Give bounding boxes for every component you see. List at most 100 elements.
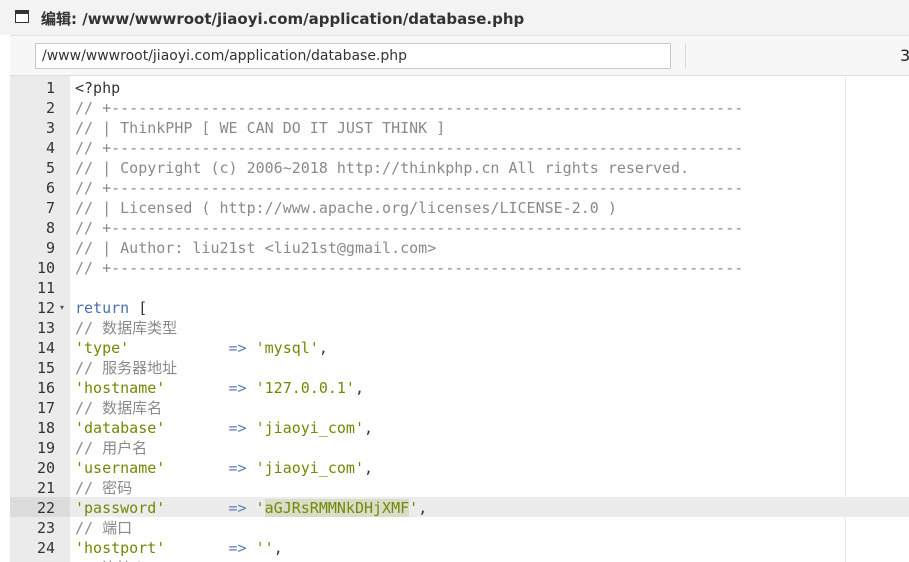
code-content-cell[interactable]: // | ThinkPHP [ WE CAN DO IT JUST THINK …	[70, 117, 909, 137]
code-line[interactable]: 24 'hostport' => '',	[10, 537, 909, 557]
code-line[interactable]: 19 // 用户名	[10, 437, 909, 457]
toolbar-overflow-item[interactable]: 3	[900, 46, 909, 65]
code-token: // 数据库名	[75, 399, 163, 417]
code-content-cell[interactable]: // +------------------------------------…	[70, 257, 909, 277]
file-path-input[interactable]: /www/wwwroot/jiaoyi.com/application/data…	[35, 43, 671, 69]
line-number: 21	[36, 479, 55, 497]
code-token: 'database'	[75, 419, 166, 437]
code-text: // +------------------------------------…	[75, 98, 743, 118]
code-token: 'hostport'	[75, 539, 166, 557]
line-number: 20	[36, 459, 55, 477]
code-line[interactable]: 25 // 连接dsn	[10, 557, 909, 562]
fold-toggle-icon[interactable]: ▾	[60, 298, 64, 318]
line-number-cell: 17	[10, 397, 70, 417]
code-content-cell[interactable]: 'type' => 'mysql',	[70, 337, 909, 357]
code-content-cell[interactable]: // 端口	[70, 517, 909, 537]
line-number: 13	[36, 319, 55, 337]
code-line[interactable]: 13 // 数据库类型	[10, 317, 909, 337]
code-line[interactable]: 20 'username' => 'jiaoyi_com',	[10, 457, 909, 477]
code-line[interactable]: 10 // +----------------------------------…	[10, 257, 909, 277]
code-content-cell[interactable]: 'hostport' => '',	[70, 537, 909, 557]
code-line[interactable]: 16 'hostname' => '127.0.0.1',	[10, 377, 909, 397]
code-content-cell[interactable]: // | Copyright (c) 2006~2018 http://thin…	[70, 157, 909, 177]
line-number: 24	[36, 539, 55, 557]
code-line[interactable]: 5 // | Copyright (c) 2006~2018 http://thi…	[10, 157, 909, 177]
line-number-cell: 2	[10, 97, 70, 117]
code-content-cell[interactable]: 'hostname' => '127.0.0.1',	[70, 377, 909, 397]
code-line[interactable]: 14 'type' => 'mysql',	[10, 337, 909, 357]
code-content-cell[interactable]: // +------------------------------------…	[70, 177, 909, 197]
code-line[interactable]: 12 ▾ return [	[10, 297, 909, 317]
code-line[interactable]: 3 // | ThinkPHP [ WE CAN DO IT JUST THINK…	[10, 117, 909, 137]
line-number-cell: 11	[10, 277, 70, 297]
code-token: 'jiaoyi_com'	[255, 419, 364, 437]
code-line[interactable]: 22 'password' => 'aGJRsRMMNkDHjXMF',	[10, 497, 909, 517]
code-line[interactable]: 17 // 数据库名	[10, 397, 909, 417]
code-content-cell[interactable]: 'password' => 'aGJRsRMMNkDHjXMF',	[70, 497, 909, 517]
code-line[interactable]: 8 // +-----------------------------------…	[10, 217, 909, 237]
code-text: 'hostname' => '127.0.0.1',	[75, 378, 364, 398]
code-line[interactable]: 7 // | Licensed ( http://www.apache.org/l…	[10, 197, 909, 217]
code-text: // 服务器地址	[75, 358, 177, 378]
code-text: 'username' => 'jiaoyi_com',	[75, 458, 373, 478]
code-token: // | Author: liu21st <liu21st@gmail.com>	[75, 239, 437, 257]
code-line[interactable]: 15 // 服务器地址	[10, 357, 909, 377]
line-number: 22	[36, 499, 55, 517]
code-token: // 数据库类型	[75, 319, 178, 337]
toolbar-separator	[685, 43, 686, 69]
code-text: 'hostport' => '',	[75, 538, 283, 558]
code-line[interactable]: 1 <?php	[10, 77, 909, 97]
code-content-cell[interactable]: // +------------------------------------…	[70, 137, 909, 157]
code-line[interactable]: 6 // +-----------------------------------…	[10, 177, 909, 197]
code-line[interactable]: 23 // 端口	[10, 517, 909, 537]
code-editor[interactable]: 1 <?php 2 // +-----------------------------…	[10, 76, 909, 562]
line-number: 16	[36, 379, 55, 397]
title-bar: 编辑: /www/wwwroot/jiaoyi.com/application/…	[0, 0, 909, 35]
code-token: '127.0.0.1'	[255, 379, 355, 397]
code-line[interactable]: 2 // +-----------------------------------…	[10, 97, 909, 117]
line-number: 10	[36, 259, 55, 277]
code-content-cell[interactable]: 'database' => 'jiaoyi_com',	[70, 417, 909, 437]
code-text: // +------------------------------------…	[75, 218, 743, 238]
line-number-cell: 22	[10, 497, 70, 517]
code-content-cell[interactable]: // 数据库类型	[70, 317, 909, 337]
code-line[interactable]: 21 // 密码	[10, 477, 909, 497]
code-content-cell[interactable]: // 密码	[70, 477, 909, 497]
code-content-cell[interactable]: // | Licensed ( http://www.apache.org/li…	[70, 197, 909, 217]
code-token: aGJRsRMMNkDHjXMF	[264, 499, 410, 517]
code-token: // +------------------------------------…	[75, 219, 744, 237]
code-line[interactable]: 11	[10, 277, 909, 297]
line-number-cell: 9	[10, 237, 70, 257]
code-token: ,	[418, 499, 428, 517]
code-line[interactable]: 9 // | Author: liu21st <liu21st@gmail.com…	[10, 237, 909, 257]
code-content-cell[interactable]: // +------------------------------------…	[70, 217, 909, 237]
code-text: // 连接dsn	[75, 558, 159, 562]
code-content-cell[interactable]: // 用户名	[70, 437, 909, 457]
code-content-cell[interactable]	[70, 277, 909, 297]
code-text: // | Licensed ( http://www.apache.org/li…	[75, 198, 617, 218]
code-token: ,	[364, 419, 374, 437]
code-content-cell[interactable]: <?php	[70, 77, 909, 97]
code-content-cell[interactable]: // +------------------------------------…	[70, 97, 909, 117]
code-content-cell[interactable]: return [	[70, 297, 909, 317]
code-line[interactable]: 4 // +-----------------------------------…	[10, 137, 909, 157]
code-text: 'password' => 'aGJRsRMMNkDHjXMF',	[75, 498, 427, 518]
code-token: // | Copyright (c) 2006~2018 http://thin…	[75, 159, 690, 177]
code-token: ,	[273, 539, 283, 557]
code-content-cell[interactable]: // 连接dsn	[70, 557, 909, 562]
code-token: 'type'	[75, 339, 130, 357]
code-content-cell[interactable]: // | Author: liu21st <liu21st@gmail.com>	[70, 237, 909, 257]
line-number-cell: 1	[10, 77, 70, 97]
code-token: ,	[354, 379, 364, 397]
code-line[interactable]: 18 'database' => 'jiaoyi_com',	[10, 417, 909, 437]
code-token: 'mysql'	[255, 339, 319, 357]
code-content-cell[interactable]: // 数据库名	[70, 397, 909, 417]
code-content-cell[interactable]: // 服务器地址	[70, 357, 909, 377]
code-content-cell[interactable]: 'username' => 'jiaoyi_com',	[70, 457, 909, 477]
line-number-cell: 4	[10, 137, 70, 157]
